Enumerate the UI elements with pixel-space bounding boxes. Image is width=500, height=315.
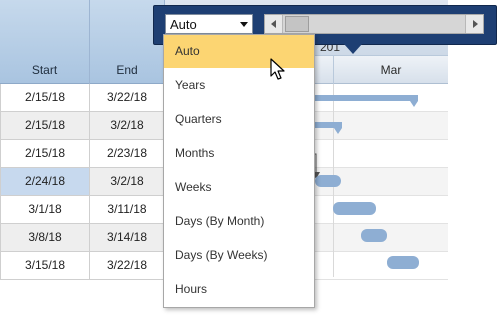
- zoom-option-months[interactable]: Months: [164, 137, 314, 170]
- start-cell[interactable]: 3/15/18: [0, 252, 90, 279]
- column-header-end-label: End: [116, 63, 138, 77]
- zoom-option-weeks[interactable]: Weeks: [164, 171, 314, 204]
- table-row[interactable]: 3/15/18 3/22/18: [0, 252, 165, 280]
- zoom-option-auto[interactable]: Auto: [164, 35, 314, 68]
- scrollbar-thumb[interactable]: [285, 16, 309, 32]
- table-row[interactable]: 2/15/18 2/23/18: [0, 140, 165, 168]
- task-bar: [315, 175, 341, 187]
- scroll-left-button[interactable]: [265, 15, 283, 33]
- task-bar: [361, 229, 387, 242]
- table-row-selected[interactable]: 2/24/18 3/2/18: [0, 168, 165, 196]
- end-cell[interactable]: 3/22/18: [90, 252, 165, 279]
- summary-task-bar: [315, 122, 342, 134]
- column-header-start[interactable]: Start: [0, 0, 90, 84]
- zoom-option-hours[interactable]: Hours: [164, 273, 314, 306]
- end-cell[interactable]: 3/2/18: [90, 112, 165, 139]
- start-cell[interactable]: 2/24/18: [0, 168, 90, 195]
- toolbar-pointer-notch: [344, 44, 362, 54]
- zoom-option-days-by-weeks[interactable]: Days (By Weeks): [164, 239, 314, 272]
- table-row[interactable]: 3/8/18 3/14/18: [0, 224, 165, 252]
- table-row[interactable]: 2/15/18 3/22/18: [0, 84, 165, 112]
- task-bar: [333, 202, 376, 215]
- end-cell[interactable]: 3/11/18: [90, 196, 165, 223]
- zoom-option-days-by-month[interactable]: Days (By Month): [164, 205, 314, 238]
- table-row[interactable]: 2/15/18 3/2/18: [0, 112, 165, 140]
- end-cell[interactable]: 3/22/18: [90, 84, 165, 111]
- timeline-scrollbar[interactable]: [264, 14, 484, 34]
- column-header-start-label: Start: [31, 63, 58, 77]
- arrow-right-icon: [473, 20, 478, 28]
- end-cell[interactable]: 3/14/18: [90, 224, 165, 251]
- zoom-option-years[interactable]: Years: [164, 69, 314, 102]
- zoom-option-quarters[interactable]: Quarters: [164, 103, 314, 136]
- arrow-left-icon: [271, 20, 276, 28]
- task-bar: [387, 256, 419, 269]
- chevron-down-icon[interactable]: [240, 22, 248, 27]
- start-cell[interactable]: 2/15/18: [0, 84, 90, 111]
- end-cell[interactable]: 3/2/18: [90, 168, 165, 195]
- end-cell[interactable]: 2/23/18: [90, 140, 165, 167]
- start-cell[interactable]: 2/15/18: [0, 112, 90, 139]
- mouse-pointer-icon: [270, 58, 285, 80]
- grid-rows: 2/15/18 3/22/18 2/15/18 3/2/18 2/15/18 2/23…: [0, 84, 165, 280]
- grid-header: Start End: [0, 0, 165, 84]
- zoom-level-dropdown: Auto Years Quarters Months Weeks Days (B…: [163, 34, 315, 308]
- zoom-level-select[interactable]: Auto: [165, 14, 253, 34]
- start-cell[interactable]: 3/8/18: [0, 224, 90, 251]
- start-cell[interactable]: 2/15/18: [0, 140, 90, 167]
- scroll-right-button[interactable]: [465, 15, 483, 33]
- dependency-arrow: [315, 153, 317, 173]
- summary-task-bar: [315, 95, 418, 107]
- zoom-level-value: Auto: [170, 17, 197, 32]
- task-grid: Start End 2/15/18 3/22/18 2/15/18 3/2/18 2…: [0, 0, 165, 280]
- table-row[interactable]: 3/1/18 3/11/18: [0, 196, 165, 224]
- start-cell[interactable]: 3/1/18: [0, 196, 90, 223]
